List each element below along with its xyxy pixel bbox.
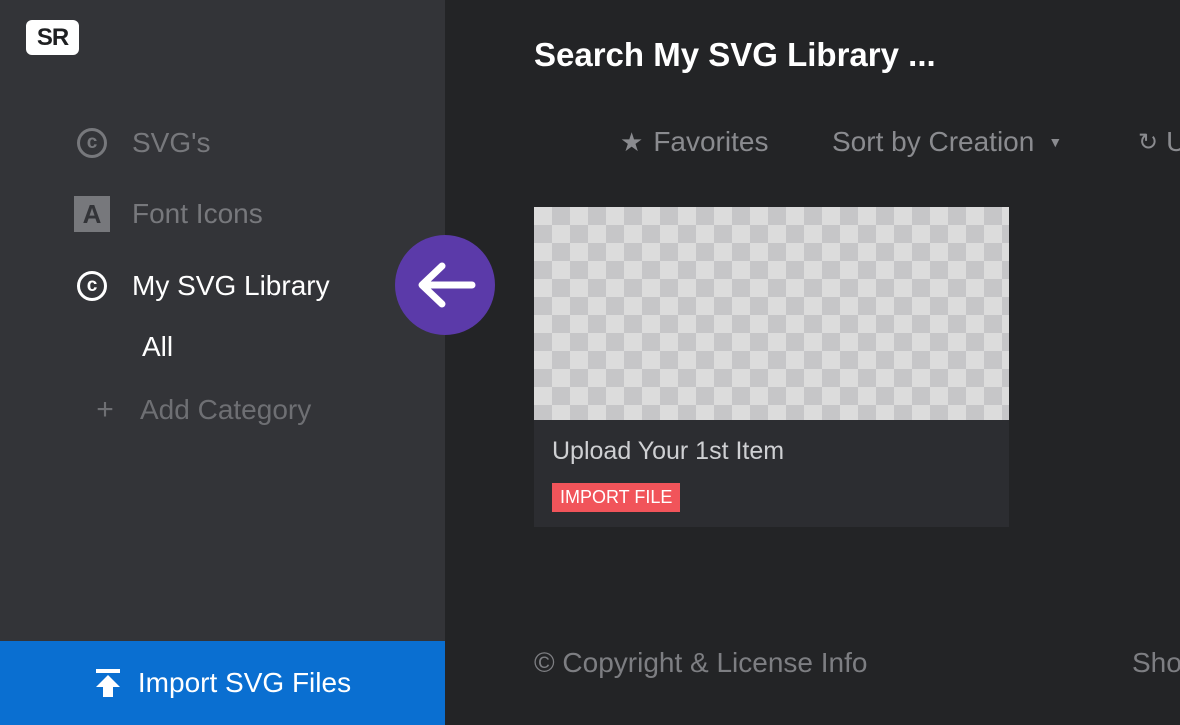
font-a-icon: A (74, 196, 110, 232)
sidebar-item-label: My SVG Library (132, 270, 330, 301)
collapse-sidebar-button[interactable] (395, 235, 495, 335)
sidebar-item-font-icons[interactable]: A Font Icons (74, 196, 263, 232)
import-file-button[interactable]: IMPORT FILE (552, 483, 681, 512)
copyright-circle-icon: c (74, 125, 110, 161)
sidebar: SR c SVG's A Font Icons c My SVG Library… (0, 0, 445, 725)
arrow-left-icon (418, 262, 476, 308)
copyright-circle-icon: c (74, 268, 110, 304)
add-category-label: Add Category (140, 394, 312, 425)
upload-item-card: Upload Your 1st Item IMPORT FILE (534, 207, 1009, 527)
app-window: SR c SVG's A Font Icons c My SVG Library… (0, 0, 1180, 725)
card-title: Upload Your 1st Item (552, 437, 785, 465)
sidebar-subitem-all[interactable]: All (142, 331, 173, 363)
transparent-preview (534, 207, 1009, 420)
update-label: U (1166, 126, 1180, 157)
star-icon: ★ (620, 126, 644, 157)
caret-down-icon: ▼ (1048, 134, 1063, 150)
favorites-filter[interactable]: ★ Favorites (620, 126, 768, 158)
import-svg-files-button[interactable]: Import SVG Files (0, 641, 445, 725)
favorites-label: Favorites (653, 126, 769, 157)
sidebar-item-label: Font Icons (132, 198, 263, 229)
import-svg-files-label: Import SVG Files (137, 667, 352, 698)
copyright-license-link[interactable]: © Copyright & License Info (534, 647, 867, 679)
update-button[interactable]: ↻ U (1138, 126, 1180, 158)
sidebar-item-my-svg-library[interactable]: c My SVG Library (74, 268, 330, 304)
add-category-button[interactable]: + Add Category (92, 393, 311, 427)
sidebar-item-svgs[interactable]: c SVG's (74, 125, 210, 161)
plus-icon: + (96, 393, 114, 426)
upload-icon (95, 669, 120, 697)
footer-right-link[interactable]: Sho (1132, 647, 1180, 679)
refresh-icon: ↻ (1138, 128, 1159, 156)
sidebar-item-label: SVG's (132, 127, 211, 158)
search-title[interactable]: Search My SVG Library ... (534, 36, 936, 74)
sort-dropdown[interactable]: Sort by Creation ▼ (832, 126, 1062, 158)
sort-label: Sort by Creation (832, 126, 1035, 157)
logo: SR (26, 20, 79, 55)
